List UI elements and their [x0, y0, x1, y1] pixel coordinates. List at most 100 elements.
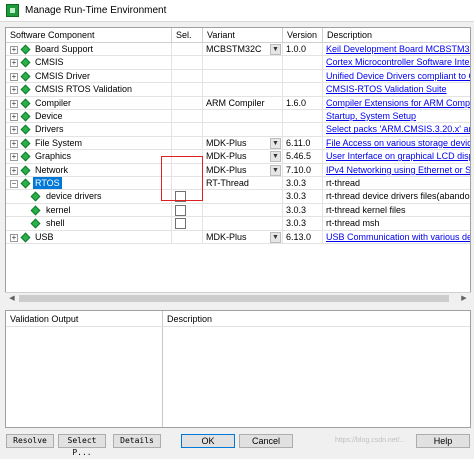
- sel-cell[interactable]: [172, 190, 203, 204]
- sel-cell[interactable]: [172, 217, 203, 231]
- tree-child-row[interactable]: device drivers 3.0.3 rt-thread device driv…: [6, 190, 470, 204]
- expand-icon[interactable]: +: [10, 72, 18, 81]
- select-checkbox[interactable]: [175, 204, 186, 216]
- expand-icon[interactable]: +: [10, 166, 18, 175]
- ok-button[interactable]: OK: [181, 434, 235, 448]
- variant-cell[interactable]: MDK-Plus ▼: [203, 150, 283, 164]
- cancel-button[interactable]: Cancel: [239, 434, 293, 448]
- tree-row[interactable]: + Device Startup, System Setup: [6, 110, 470, 124]
- description-cell[interactable]: Startup, System Setup: [323, 110, 470, 124]
- component-cell[interactable]: + Network: [6, 163, 172, 177]
- variant-cell[interactable]: MDK-Plus ▼: [203, 163, 283, 177]
- description-cell[interactable]: USB Communication with various devices: [323, 231, 470, 244]
- chevron-down-icon[interactable]: ▼: [270, 137, 281, 149]
- description-link[interactable]: CMSIS-RTOS Validation Suite: [326, 84, 447, 94]
- component-cell[interactable]: device drivers: [6, 190, 172, 204]
- component-cell[interactable]: + CMSIS: [6, 56, 172, 70]
- description-cell[interactable]: File Access on various storage devices: [323, 137, 470, 151]
- resolve-button[interactable]: Resolve: [6, 434, 54, 448]
- description-link[interactable]: Unified Device Drivers compliant to CMSI…: [326, 71, 470, 81]
- expand-icon[interactable]: +: [10, 86, 18, 95]
- tree-row[interactable]: + File System MDK-Plus ▼ 6.11.0 File Access o…: [6, 136, 470, 151]
- component-cell[interactable]: − RTOS: [6, 177, 172, 191]
- tree-row[interactable]: + Network MDK-Plus ▼ 7.10.0 IPv4 Networking u…: [6, 163, 470, 177]
- scroll-left-icon[interactable]: ◀: [7, 294, 17, 304]
- expand-icon[interactable]: +: [10, 139, 18, 148]
- description-link[interactable]: Select packs 'ARM.CMSIS.3.20.x' and 'Kei…: [326, 124, 470, 134]
- description-link[interactable]: Cortex Microcontroller Software Interfac…: [326, 57, 470, 67]
- description-cell[interactable]: IPv4 Networking using Ethernet or Serial…: [323, 164, 470, 177]
- description-cell[interactable]: Keil Development Board MCBSTM32C: [323, 43, 470, 57]
- panel-divider: [162, 311, 163, 427]
- component-cell[interactable]: + Compiler: [6, 96, 172, 110]
- component-cell[interactable]: + CMSIS Driver: [6, 69, 172, 84]
- column-header-component[interactable]: Software Component: [6, 28, 172, 43]
- description-link[interactable]: USB Communication with various devices: [326, 232, 470, 242]
- horizontal-scrollbar[interactable]: ◀ ▶: [5, 292, 471, 304]
- component-cell[interactable]: + Graphics: [6, 150, 172, 164]
- component-cell[interactable]: + Device: [6, 110, 172, 124]
- tree-row[interactable]: + USB MDK-Plus ▼ 6.13.0 USB Communication wit…: [6, 230, 470, 244]
- chevron-down-icon[interactable]: ▼: [270, 164, 281, 176]
- tree-row[interactable]: + CMSIS RTOS Validation CMSIS-RTOS Validat…: [6, 83, 470, 97]
- description-cell[interactable]: User Interface on graphical LCD displays: [323, 150, 470, 164]
- tree-row[interactable]: + CMSIS Cortex Microcontroller Software In…: [6, 56, 470, 70]
- tree-child-row[interactable]: kernel 3.0.3 rt-thread kernel files: [6, 203, 470, 218]
- select-checkbox[interactable]: [175, 191, 186, 203]
- details-button[interactable]: Details: [113, 434, 161, 448]
- window-title: Manage Run-Time Environment: [25, 5, 167, 16]
- tree-row[interactable]: + Graphics MDK-Plus ▼ 5.46.5 User Interface o…: [6, 150, 470, 164]
- column-header-variant[interactable]: Variant: [203, 28, 283, 43]
- scroll-right-icon[interactable]: ▶: [459, 294, 469, 304]
- chevron-down-icon[interactable]: ▼: [270, 44, 281, 55]
- description-link[interactable]: IPv4 Networking using Ethernet or Serial…: [326, 165, 470, 175]
- description-link[interactable]: Keil Development Board MCBSTM32C: [326, 44, 470, 54]
- tree-row[interactable]: + Board Support MCBSTM32C ▼ 1.0.0 Keil Develo…: [6, 43, 470, 57]
- description-link[interactable]: Startup, System Setup: [326, 111, 416, 121]
- component-cell[interactable]: + Board Support: [6, 43, 172, 57]
- component-cell[interactable]: + CMSIS RTOS Validation: [6, 83, 172, 97]
- select-checkbox[interactable]: [175, 218, 186, 230]
- description-cell[interactable]: CMSIS-RTOS Validation Suite: [323, 83, 470, 97]
- expand-icon[interactable]: +: [10, 233, 18, 242]
- expand-icon[interactable]: +: [10, 126, 18, 135]
- column-header-sel[interactable]: Sel.: [172, 28, 203, 43]
- expand-icon[interactable]: +: [10, 59, 18, 68]
- expand-icon[interactable]: +: [10, 153, 18, 162]
- tree-row[interactable]: − RTOS RT-Thread 3.0.3 rt-thread: [6, 177, 470, 191]
- variant-cell[interactable]: MDK-Plus ▼: [203, 136, 283, 151]
- variant-cell[interactable]: MCBSTM32C ▼: [203, 43, 283, 57]
- component-cell[interactable]: + USB: [6, 230, 172, 244]
- expand-icon[interactable]: +: [10, 46, 18, 54]
- select-packs-button[interactable]: Select P...: [58, 434, 106, 457]
- description-link[interactable]: Compiler Extensions for ARM Compiler 5: [326, 98, 470, 108]
- chevron-down-icon[interactable]: ▼: [270, 151, 281, 163]
- chevron-down-icon[interactable]: ▼: [270, 231, 281, 243]
- column-header-description[interactable]: Description: [323, 28, 470, 43]
- component-cell[interactable]: shell: [6, 217, 172, 231]
- tree-row[interactable]: + CMSIS Driver Unified Device Drivers comp…: [6, 69, 470, 84]
- component-cell[interactable]: + File System: [6, 136, 172, 151]
- tree-row[interactable]: + Compiler ARM Compiler 1.6.0 Compiler Exten…: [6, 96, 470, 110]
- tree-row[interactable]: + Drivers Select packs 'ARM.CMSIS.3.20.x' …: [6, 123, 470, 137]
- component-diamond-icon: [20, 57, 31, 68]
- sel-cell[interactable]: [172, 203, 203, 218]
- description-link[interactable]: File Access on various storage devices: [326, 138, 470, 148]
- description-cell[interactable]: Compiler Extensions for ARM Compiler 5: [323, 97, 470, 110]
- component-cell[interactable]: kernel: [6, 203, 172, 218]
- scroll-thumb[interactable]: [19, 295, 449, 302]
- tree-child-row[interactable]: shell 3.0.3 rt-thread msh: [6, 217, 470, 231]
- description-link[interactable]: User Interface on graphical LCD displays: [326, 151, 470, 161]
- collapse-icon[interactable]: −: [10, 180, 18, 188]
- component-name: Device: [35, 111, 63, 121]
- variant-cell[interactable]: MDK-Plus ▼: [203, 230, 283, 244]
- description-cell[interactable]: Cortex Microcontroller Software Interfac…: [323, 56, 470, 70]
- component-cell[interactable]: + Drivers: [6, 123, 172, 137]
- expand-icon[interactable]: +: [10, 99, 18, 108]
- column-header-version[interactable]: Version: [283, 28, 323, 43]
- help-button[interactable]: Help: [416, 434, 470, 448]
- app-icon: [6, 4, 19, 17]
- expand-icon[interactable]: +: [10, 113, 18, 121]
- description-cell[interactable]: Select packs 'ARM.CMSIS.3.20.x' and 'Kei…: [323, 123, 470, 137]
- description-cell[interactable]: Unified Device Drivers compliant to CMSI…: [323, 70, 470, 84]
